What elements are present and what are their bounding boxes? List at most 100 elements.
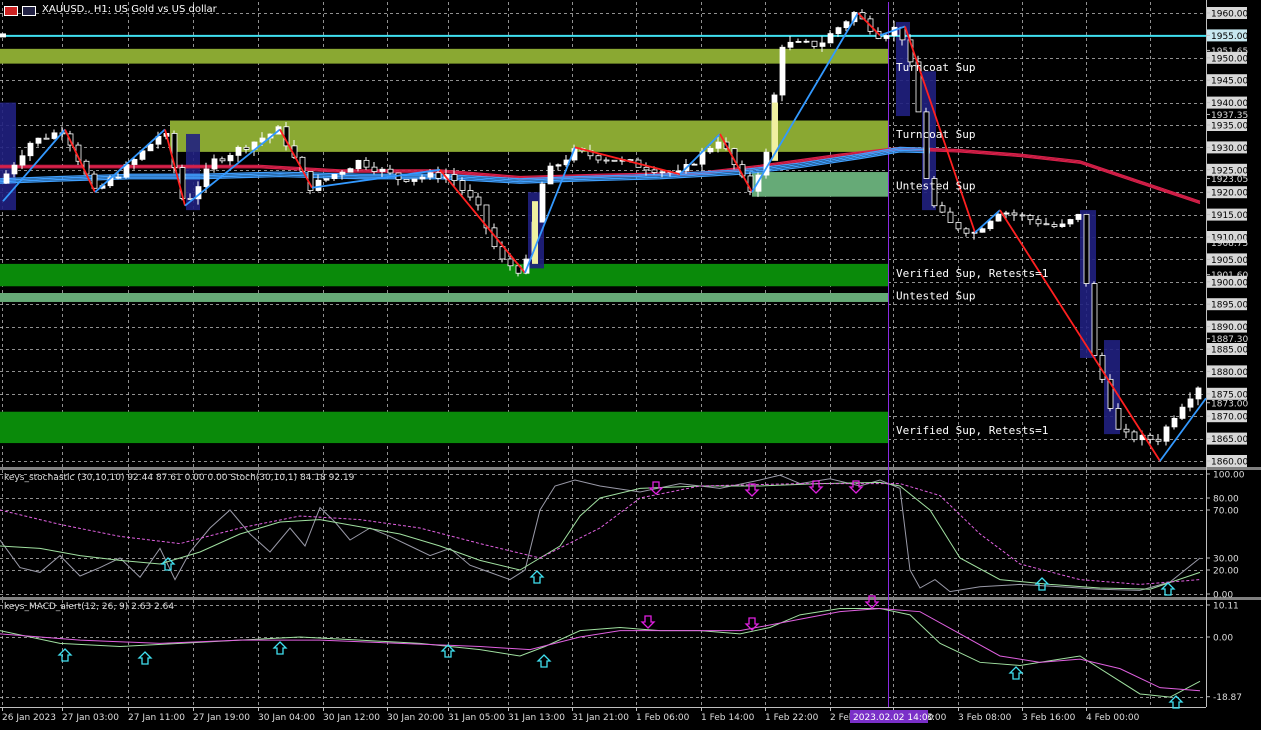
candle-body xyxy=(507,258,514,267)
cursor-time-label: 2023.02.02 14:00 xyxy=(853,713,934,723)
candle-body xyxy=(379,168,386,172)
price-axis: 1960.001955.001951.651950.001945.001940.… xyxy=(1206,7,1248,468)
candle-body xyxy=(19,155,26,166)
zigzag-segment xyxy=(94,128,166,193)
time-label: 1 Feb 14:00 xyxy=(701,713,755,723)
price-label: 1945.00 xyxy=(1211,77,1248,87)
candle-body xyxy=(435,172,442,179)
candle-body xyxy=(1195,387,1202,400)
candle-body xyxy=(979,228,986,233)
time-label: 27 Jan 11:00 xyxy=(128,713,185,723)
candle-body xyxy=(1035,219,1042,225)
time-label: 1 Feb 06:00 xyxy=(636,713,690,723)
candle-body xyxy=(1163,426,1170,442)
candle-body xyxy=(947,211,954,223)
candle-body xyxy=(1083,213,1090,284)
zone-label: Untested Sup xyxy=(896,180,975,193)
candle-body xyxy=(795,41,802,43)
time-label: 31 Jan 05:00 xyxy=(448,713,505,723)
time-axis: 26 Jan 2023 27 Jan 03:00 27 Jan 11:00 27 Ja… xyxy=(2,707,1140,723)
candle-body xyxy=(1051,224,1058,227)
candle-body xyxy=(371,166,378,172)
candle-body xyxy=(955,222,962,230)
candle-body xyxy=(243,146,250,150)
price-label: 1960.00 xyxy=(1211,10,1248,20)
candle-body xyxy=(995,213,1002,222)
candle-body xyxy=(555,164,562,167)
price-label: 1900.00 xyxy=(1211,278,1248,288)
candle-body xyxy=(1187,398,1194,408)
candle-body xyxy=(1027,215,1034,221)
price-label: 1885.00 xyxy=(1211,346,1248,356)
stochastic-level-label: 80.00 xyxy=(1213,495,1239,505)
blue-boxes xyxy=(0,21,1120,435)
support-zone xyxy=(0,293,888,302)
support-zones xyxy=(0,48,888,444)
candle-body xyxy=(35,137,42,144)
candle-body xyxy=(1091,283,1098,356)
price-label: 1895.00 xyxy=(1211,301,1248,311)
stochastic-level-label: 30.00 xyxy=(1213,555,1239,565)
candle-body xyxy=(1011,212,1018,216)
candle-body xyxy=(603,159,610,162)
zone-label: Turncoat Sup xyxy=(896,128,975,141)
price-label: 1908.75 xyxy=(1211,239,1248,249)
candle-body xyxy=(963,228,970,234)
grid xyxy=(0,0,1261,708)
price-label: 1955.00 xyxy=(1211,32,1248,42)
macd-panel: 10.11 0.00 -18.87 xyxy=(0,595,1242,709)
support-zone xyxy=(0,48,888,64)
time-label: 31 Jan 21:00 xyxy=(572,713,629,723)
candle-body xyxy=(691,163,698,166)
price-label: 1890.00 xyxy=(1211,323,1248,333)
candle-body xyxy=(347,168,354,173)
candle-body xyxy=(547,165,554,185)
candle-body xyxy=(339,171,346,175)
candle-body xyxy=(803,40,810,43)
candle-body xyxy=(1003,212,1010,215)
candle-body xyxy=(1131,431,1138,441)
time-label: 4 Feb 00:00 xyxy=(1086,713,1140,723)
line-handle xyxy=(0,33,6,38)
candle-body xyxy=(1179,406,1186,419)
zigzag-segment xyxy=(857,12,881,37)
flag-icon xyxy=(22,6,36,16)
candle-body xyxy=(227,155,234,162)
price-label: 1873.00 xyxy=(1211,399,1248,409)
time-label: 30 Jan 12:00 xyxy=(323,713,380,723)
macd-main-line xyxy=(0,608,1201,698)
macd-title: keys_MACD_alert(12, 26, 9) 2.63 2.64 xyxy=(4,602,175,612)
candle-body xyxy=(427,172,434,178)
signal-box xyxy=(0,102,16,211)
arrow-up-icon xyxy=(272,641,288,655)
chart-canvas[interactable]: Turncoat Sup Turncoat Sup Untested Sup Veri… xyxy=(0,0,1261,726)
stochastic-title: keys_stochastic (30,10,10) 92.44 87.61 0… xyxy=(4,473,355,483)
candle-body xyxy=(459,180,466,191)
candle-body xyxy=(675,170,682,173)
candle-body xyxy=(355,159,362,170)
candle-body xyxy=(3,173,10,184)
candle-body xyxy=(219,158,226,162)
macd-level-label: 10.11 xyxy=(1213,602,1239,612)
support-zone xyxy=(0,263,888,287)
macd-level-label: -18.87 xyxy=(1213,693,1242,703)
candles xyxy=(3,9,1202,446)
price-label: 1905.00 xyxy=(1211,256,1248,266)
candle-body xyxy=(315,179,322,191)
stochastic-main-line xyxy=(0,474,1201,593)
price-label: 1865.00 xyxy=(1211,435,1248,445)
time-label: 3 Feb 08:00 xyxy=(958,713,1012,723)
zone-label: Verified Sup, Retests=1 xyxy=(896,424,1048,437)
price-label: 1880.00 xyxy=(1211,368,1248,378)
arrow-down-icon xyxy=(640,615,656,629)
time-label: 1 Feb 22:00 xyxy=(765,713,819,723)
candle-body xyxy=(659,171,666,174)
time-label: 31 Jan 13:00 xyxy=(508,713,565,723)
candle-body xyxy=(707,147,714,153)
price-label: 1923.05 xyxy=(1211,175,1248,185)
zigzag-segment xyxy=(64,129,96,193)
arrow-down-icon xyxy=(808,480,824,494)
panel-separator xyxy=(0,597,1261,600)
trading-chart[interactable]: Turncoat Sup Turncoat Sup Untested Sup Veri… xyxy=(0,0,1261,726)
arrow-up-icon xyxy=(1008,666,1024,680)
